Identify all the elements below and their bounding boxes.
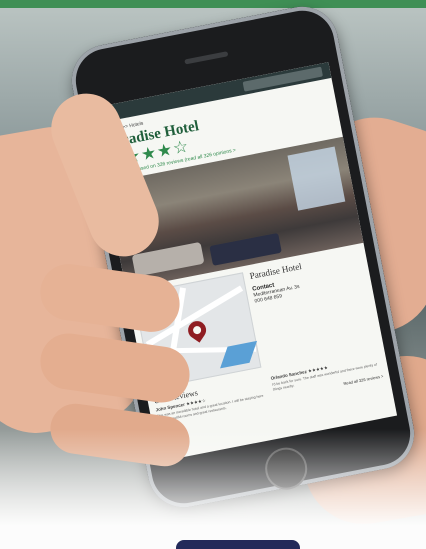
map-water xyxy=(220,340,258,369)
photo-window xyxy=(287,146,346,211)
contact-block: Paradise Hotel Contact Mediterranean Av.… xyxy=(249,250,377,367)
top-banner xyxy=(0,0,426,8)
bottom-fade xyxy=(0,429,426,549)
bottom-tab[interactable] xyxy=(176,540,300,549)
photo-scene: Lodging >> Hotels Paradise Hotel ★★★★☆ R… xyxy=(0,0,426,549)
